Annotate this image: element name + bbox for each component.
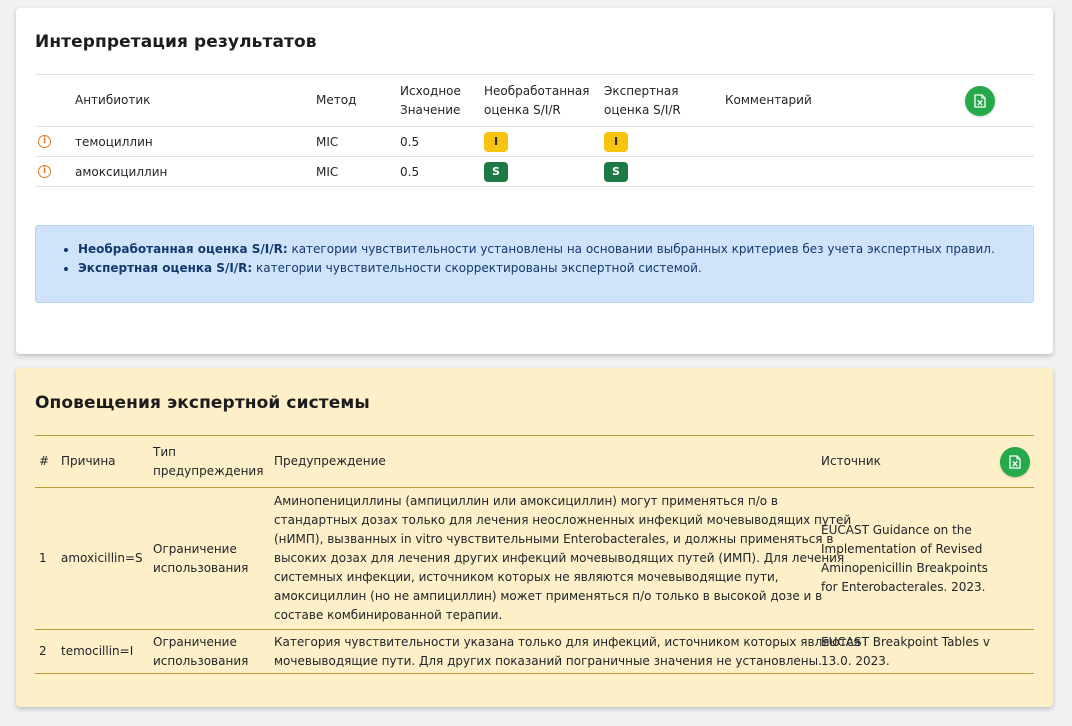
warning-source: EUCAST Breakpoint Tables v 13.0. 2023.	[821, 630, 990, 673]
header-expert-line2: оценка S/I/R	[604, 102, 681, 117]
info-icon[interactable]: i	[38, 135, 51, 148]
header-initial-value: Исходное Значение	[400, 75, 461, 126]
initial-value: 0.5	[400, 164, 420, 179]
legend-item-raw: Необработанная оценка S/I/R: категории ч…	[78, 240, 995, 259]
antibiotic-name: темоциллин	[75, 134, 153, 149]
warning-source-line: EUCAST Breakpoint Tables v	[821, 634, 990, 649]
warning-type: Ограничение использования	[153, 630, 248, 673]
expert-assessment-cell: I	[604, 127, 628, 156]
warning-source-line: Aminopenicillin Breakpoints	[821, 560, 988, 575]
warning-num: 1	[39, 551, 47, 565]
table-row: 1 amoxicillin=S Ограничение использовани…	[35, 488, 1034, 630]
excel-export-button[interactable]	[1000, 446, 1030, 477]
warnings-table-header: # Причина Тип предупреждения Предупрежде…	[35, 436, 1034, 488]
legend-raw-term: Необработанная оценка S/I/R:	[78, 242, 288, 256]
raw-assessment-badge: S	[484, 161, 508, 182]
method-value: MIC	[316, 164, 339, 179]
header-source: Источник	[821, 454, 881, 468]
results-export-cell	[965, 75, 995, 126]
warning-source-line: Implementation of Revised	[821, 541, 983, 556]
table-row: 2 temocillin=I Ограничение использования…	[35, 630, 1034, 674]
warning-source-line: EUCAST Guidance on the	[821, 522, 972, 537]
header-reason: Причина	[61, 454, 116, 468]
header-expert-assessment: Экспертная оценка S/I/R	[604, 75, 681, 126]
header-method: Метод	[316, 93, 357, 107]
legend-expert-text: категории чувствительности скорректирова…	[252, 261, 702, 275]
table-row: i темоциллин MIC 0.5 I I	[35, 127, 1034, 157]
results-title: Интерпретация результатов	[35, 32, 317, 52]
legend-expert-term: Экспертная оценка S/I/R:	[78, 261, 253, 275]
header-initial-value-line1: Исходное	[400, 83, 461, 98]
warning-type-line2: использования	[153, 653, 249, 668]
legend-raw-text: категории чувствительности установлены н…	[287, 242, 995, 256]
row-info-cell: i	[38, 157, 51, 186]
info-icon[interactable]: i	[38, 165, 51, 178]
raw-assessment-cell: I	[484, 127, 508, 156]
warning-source-line: for Enterobacterales. 2023.	[821, 579, 986, 594]
header-initial-value-line2: Значение	[400, 102, 461, 117]
header-type-line1: Тип	[153, 444, 176, 459]
raw-assessment-badge: I	[484, 131, 508, 152]
warning-text-line: стандартных дозах только для лечения нео…	[274, 513, 852, 527]
header-num: #	[39, 454, 50, 468]
legend-item-expert: Экспертная оценка S/I/R: категории чувст…	[78, 259, 995, 278]
header-antibiotic: Антибиотик	[75, 93, 151, 107]
table-row: i амоксициллин MIC 0.5 S S	[35, 157, 1034, 187]
warning-text-line: Аминопенициллины (ампициллин или амоксиц…	[274, 494, 778, 508]
warning-source-line: 13.0. 2023.	[821, 653, 890, 668]
warning-type-line2: использования	[153, 560, 249, 575]
raw-assessment-cell: S	[484, 157, 508, 186]
warnings-export-cell	[1000, 436, 1030, 487]
row-info-cell: i	[38, 127, 51, 156]
antibiotic-name: амоксициллин	[75, 164, 168, 179]
warning-text: Категория чувствительности указана тольк…	[274, 630, 860, 673]
header-type-line2: предупреждения	[153, 463, 264, 478]
results-card: Интерпретация результатов Антибиотик Мет…	[16, 8, 1053, 354]
warning-reason: amoxicillin=S	[61, 551, 143, 565]
results-table-header: Антибиотик Метод Исходное Значение Необр…	[35, 75, 1034, 127]
excel-export-icon	[974, 93, 986, 108]
legend-list: Необработанная оценка S/I/R: категории ч…	[78, 240, 995, 278]
header-raw-assessment: Необработанная оценка S/I/R	[484, 75, 589, 126]
header-warning: Предупреждение	[274, 454, 386, 468]
warning-type-line1: Ограничение	[153, 634, 237, 649]
warning-text-line: системных инфекции, источником которых н…	[274, 570, 779, 584]
warnings-card: Оповещения экспертной системы # Причина …	[16, 368, 1053, 707]
warning-num: 2	[39, 644, 47, 658]
header-warning-type: Тип предупреждения	[153, 436, 263, 487]
warning-type-line1: Ограничение	[153, 541, 237, 556]
excel-export-button[interactable]	[965, 85, 995, 116]
warning-text: Аминопенициллины (ампициллин или амоксиц…	[274, 488, 851, 629]
warning-text-line: мочевыводящие пути. Для других показаний…	[274, 653, 822, 668]
warning-type: Ограничение использования	[153, 488, 248, 629]
header-raw-line2: оценка S/I/R	[484, 102, 561, 117]
header-expert-line1: Экспертная	[604, 83, 679, 98]
method-value: MIC	[316, 134, 339, 149]
warning-text-line: амоксициллин (но не ампициллин) может пр…	[274, 589, 823, 603]
expert-assessment-cell: S	[604, 157, 628, 186]
legend-alert: Необработанная оценка S/I/R: категории ч…	[35, 225, 1034, 303]
warning-text-line: составе комбинированной терапии.	[274, 608, 503, 622]
expert-assessment-badge: S	[604, 161, 628, 182]
initial-value: 0.5	[400, 134, 420, 149]
header-raw-line1: Необработанная	[484, 83, 590, 98]
excel-export-icon	[1009, 454, 1021, 469]
warnings-title: Оповещения экспертной системы	[35, 393, 370, 413]
header-comment: Комментарий	[725, 93, 812, 107]
warning-source: EUCAST Guidance on the Implementation of…	[821, 488, 988, 629]
warning-text-line: Категория чувствительности указана тольк…	[274, 634, 861, 649]
warning-text-line: высоких дозах для лечения других инфекци…	[274, 551, 845, 565]
warning-reason: temocillin=I	[61, 644, 134, 658]
expert-assessment-badge: I	[604, 131, 628, 152]
warning-text-line: (нИМП), вызванных in vitro чувствительны…	[274, 532, 834, 546]
